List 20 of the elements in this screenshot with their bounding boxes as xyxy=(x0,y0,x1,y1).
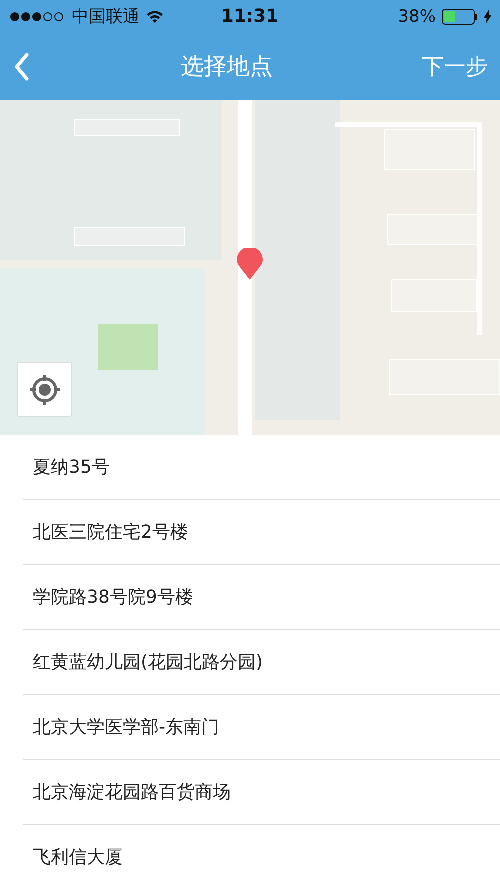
locate-button[interactable] xyxy=(17,362,72,417)
place-item[interactable]: 飞利信大厦 xyxy=(33,845,123,869)
place-item[interactable]: 北京大学医学部-东南门 xyxy=(33,715,220,739)
signal-icon xyxy=(10,12,66,22)
crosshair-icon xyxy=(28,372,62,406)
battery-icon xyxy=(442,8,478,24)
back-button[interactable] xyxy=(12,50,32,82)
wifi-icon xyxy=(146,10,164,23)
clock-time: 11:31 xyxy=(221,6,279,27)
battery-percent: 38% xyxy=(398,6,436,26)
pin-icon xyxy=(237,248,263,280)
place-item[interactable]: 学院路38号院9号楼 xyxy=(33,585,194,609)
charging-icon xyxy=(484,10,492,24)
place-item[interactable]: 北京海淀花园路百货商场 xyxy=(33,780,231,804)
carrier-name: 中国联通 xyxy=(72,6,140,28)
place-item[interactable]: 夏纳35号 xyxy=(33,455,110,479)
back-icon xyxy=(14,52,30,80)
place-item[interactable]: 北医三院住宅2号楼 xyxy=(33,520,188,544)
place-item[interactable]: 红黄蓝幼儿园(花园北路分园) xyxy=(33,650,264,674)
page-title: 选择地点 xyxy=(181,53,273,82)
